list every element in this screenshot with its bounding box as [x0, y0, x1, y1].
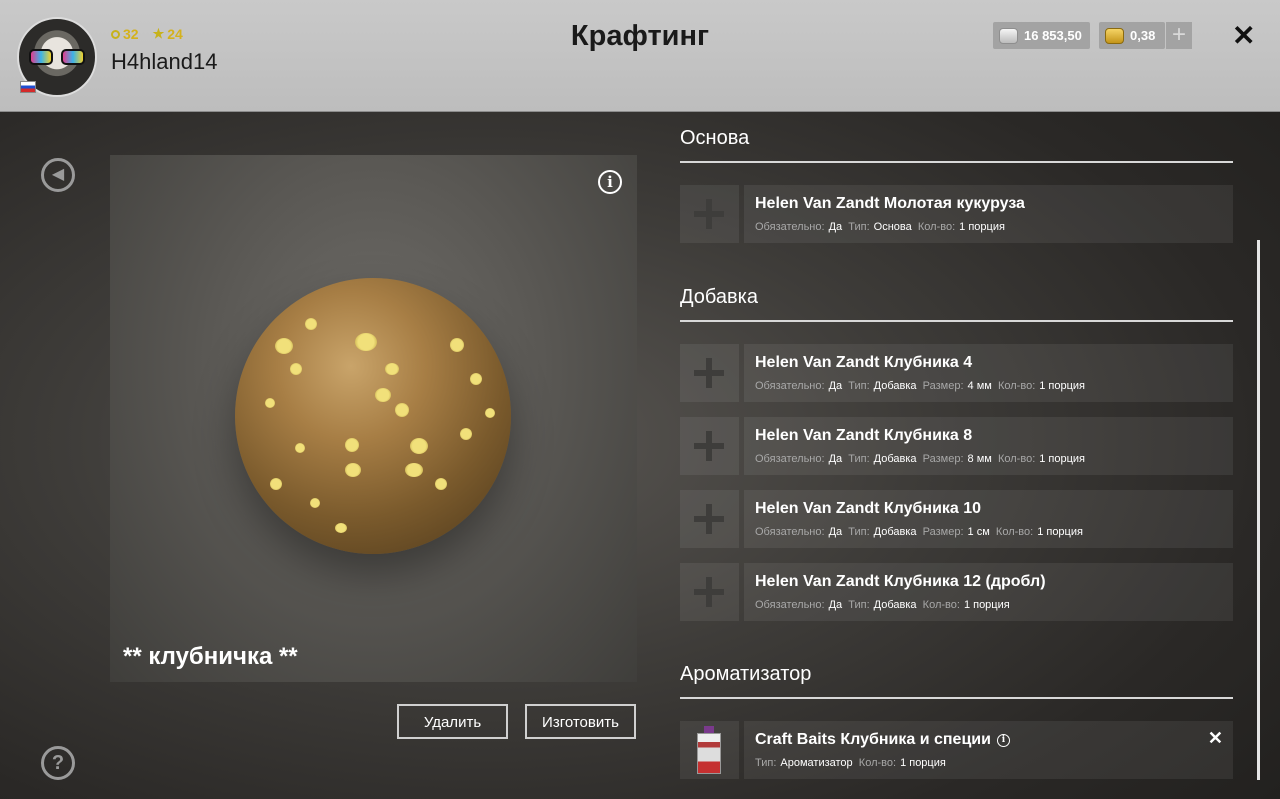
ingredient-name: Helen Van Zandt Клубника 12 (дробл) — [755, 573, 1046, 590]
ingredient-meta: Обязательно: Да Тип: Добавка Кол-во: 1 порц… — [755, 599, 1010, 611]
info-icon[interactable]: i — [598, 170, 622, 194]
ingredient-slot[interactable] — [680, 344, 739, 402]
gold-balance-value: 0,38 — [1130, 28, 1156, 43]
back-button[interactable]: ◀ — [41, 158, 75, 192]
plus-icon — [694, 431, 724, 461]
silver-balance-value: 16 853,50 — [1024, 28, 1082, 43]
ingredient-row[interactable]: Helen Van Zandt Клубника 10 Обязательно:… — [744, 490, 1233, 548]
silver-coins-icon — [999, 27, 1018, 44]
player-stats: 32 ★ 24 — [111, 26, 183, 42]
gold-coins-icon — [1105, 27, 1124, 44]
remove-ingredient-button[interactable]: ✕ — [1208, 728, 1223, 749]
player-name: H4hland14 — [111, 49, 218, 74]
ingredient-slot-filled[interactable] — [680, 721, 739, 779]
silver-balance: 16 853,50 — [993, 22, 1090, 49]
ingredient-name: Craft Baits Клубника и специи i — [755, 731, 1010, 749]
ingredient-name: Helen Van Zandt Клубника 10 — [755, 500, 982, 517]
flavor-bottle-icon — [697, 726, 721, 774]
ingredient-slot[interactable] — [680, 490, 739, 548]
section-divider — [680, 161, 1233, 163]
gold-balance: 0,38 — [1099, 22, 1165, 49]
ingredient-slot[interactable] — [680, 417, 739, 475]
help-button[interactable]: ? — [41, 746, 75, 780]
star-stat-value: 24 — [167, 26, 183, 42]
scrollbar[interactable] — [1257, 240, 1260, 780]
ingredient-meta: Обязательно: Да Тип: Добавка Размер: 4 мм К… — [755, 380, 1086, 392]
bait-preview: i ** клубничка ** — [110, 155, 637, 682]
ingredient-meta: Тип: Ароматизатор Кол-во: 1 порция — [755, 757, 946, 769]
ingredient-row[interactable]: Helen Van Zandt Молотая кукуруза Обязате… — [744, 185, 1233, 243]
bait-ball-image — [235, 278, 511, 554]
question-icon: ? — [51, 752, 65, 774]
craft-button[interactable]: Изготовить — [525, 704, 636, 739]
country-flag-icon — [20, 81, 36, 93]
ring-stat: 32 — [111, 26, 139, 42]
ingredient-meta: Обязательно: Да Тип: Добавка Размер: 8 мм К… — [755, 453, 1086, 465]
ingredient-name: Helen Van Zandt Клубника 4 — [755, 354, 973, 371]
avatar-glasses — [29, 49, 85, 65]
plus-icon — [694, 199, 724, 229]
plus-icon — [694, 577, 724, 607]
plus-icon — [694, 358, 724, 388]
ring-icon — [111, 29, 120, 39]
info-icon[interactable]: i — [996, 734, 1010, 747]
ingredient-meta: Обязательно: Да Тип: Добавка Размер: 1 см К… — [755, 526, 1083, 538]
add-currency-button[interactable]: + — [1166, 22, 1192, 49]
ingredient-row[interactable]: Helen Van Zandt Клубника 12 (дробл) Обяз… — [744, 563, 1233, 621]
plus-icon — [694, 504, 724, 534]
section-title-flavor: Ароматизатор — [680, 663, 812, 685]
ingredient-row[interactable]: Helen Van Zandt Клубника 4 Обязательно: Д… — [744, 344, 1233, 402]
ingredient-name: Helen Van Zandt Клубника 8 — [755, 427, 973, 444]
ingredient-slot[interactable] — [680, 185, 739, 243]
arrow-left-icon: ◀ — [51, 166, 65, 183]
header-bar: 32 ★ 24 H4hland14 Крафтинг 16 853,50 0,3… — [0, 0, 1280, 112]
ingredient-meta: Обязательно: Да Тип: Основа Кол-во: 1 порци… — [755, 221, 1005, 233]
star-icon: ★ — [152, 26, 165, 41]
ingredient-name: Helen Van Zandt Молотая кукуруза — [755, 195, 1025, 212]
ingredient-slot[interactable] — [680, 563, 739, 621]
section-divider — [680, 697, 1233, 699]
ingredient-row[interactable]: Helen Van Zandt Клубника 8 Обязательно: Д… — [744, 417, 1233, 475]
ring-stat-value: 32 — [123, 26, 139, 42]
recipe-name: ** клубничка ** — [123, 643, 298, 670]
close-button[interactable]: ✕ — [1232, 22, 1255, 50]
star-stat: ★ 24 — [153, 26, 183, 42]
section-title-base: Основа — [680, 127, 750, 149]
section-title-additive: Добавка — [680, 286, 758, 308]
delete-button[interactable]: Удалить — [397, 704, 508, 739]
section-divider — [680, 320, 1233, 322]
ingredient-row[interactable]: Craft Baits Клубника и специи i Тип: Арома… — [744, 721, 1233, 779]
